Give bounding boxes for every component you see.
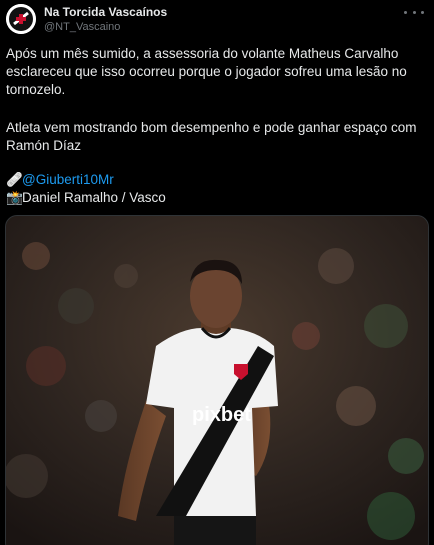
credit-line-photo: 📸Daniel Ramalho / Vasco <box>6 189 166 207</box>
more-options-icon[interactable] <box>404 5 424 19</box>
tweet-media[interactable]: pixbet <box>5 215 429 545</box>
player-photo: pixbet <box>6 216 428 545</box>
credit-line-source: 🩹@Giuberti10Mr <box>6 171 114 189</box>
camera-icon: 📸 <box>6 190 23 205</box>
user-handle[interactable]: @NT_Vascaino <box>44 21 120 33</box>
avatar[interactable] <box>6 4 36 34</box>
bandage-icon: 🩹 <box>6 172 23 187</box>
tweet-card[interactable]: Na Torcida Vascaínos @NT_Vascaino Após u… <box>0 0 434 545</box>
jersey-sponsor: pixbet <box>192 404 251 426</box>
display-name[interactable]: Na Torcida Vascaínos <box>44 5 167 19</box>
tweet-header: Na Torcida Vascaínos @NT_Vascaino <box>6 4 428 34</box>
vasco-crest-icon <box>6 4 36 34</box>
photo-credit: Daniel Ramalho / Vasco <box>22 190 166 205</box>
tweet-text-paragraph-1: Após um mês sumido, a assessoria do vola… <box>6 46 407 97</box>
tweet-text-paragraph-2: Atleta vem mostrando bom desempenho e po… <box>6 120 417 153</box>
mention-link[interactable]: @Giuberti10Mr <box>22 172 114 187</box>
